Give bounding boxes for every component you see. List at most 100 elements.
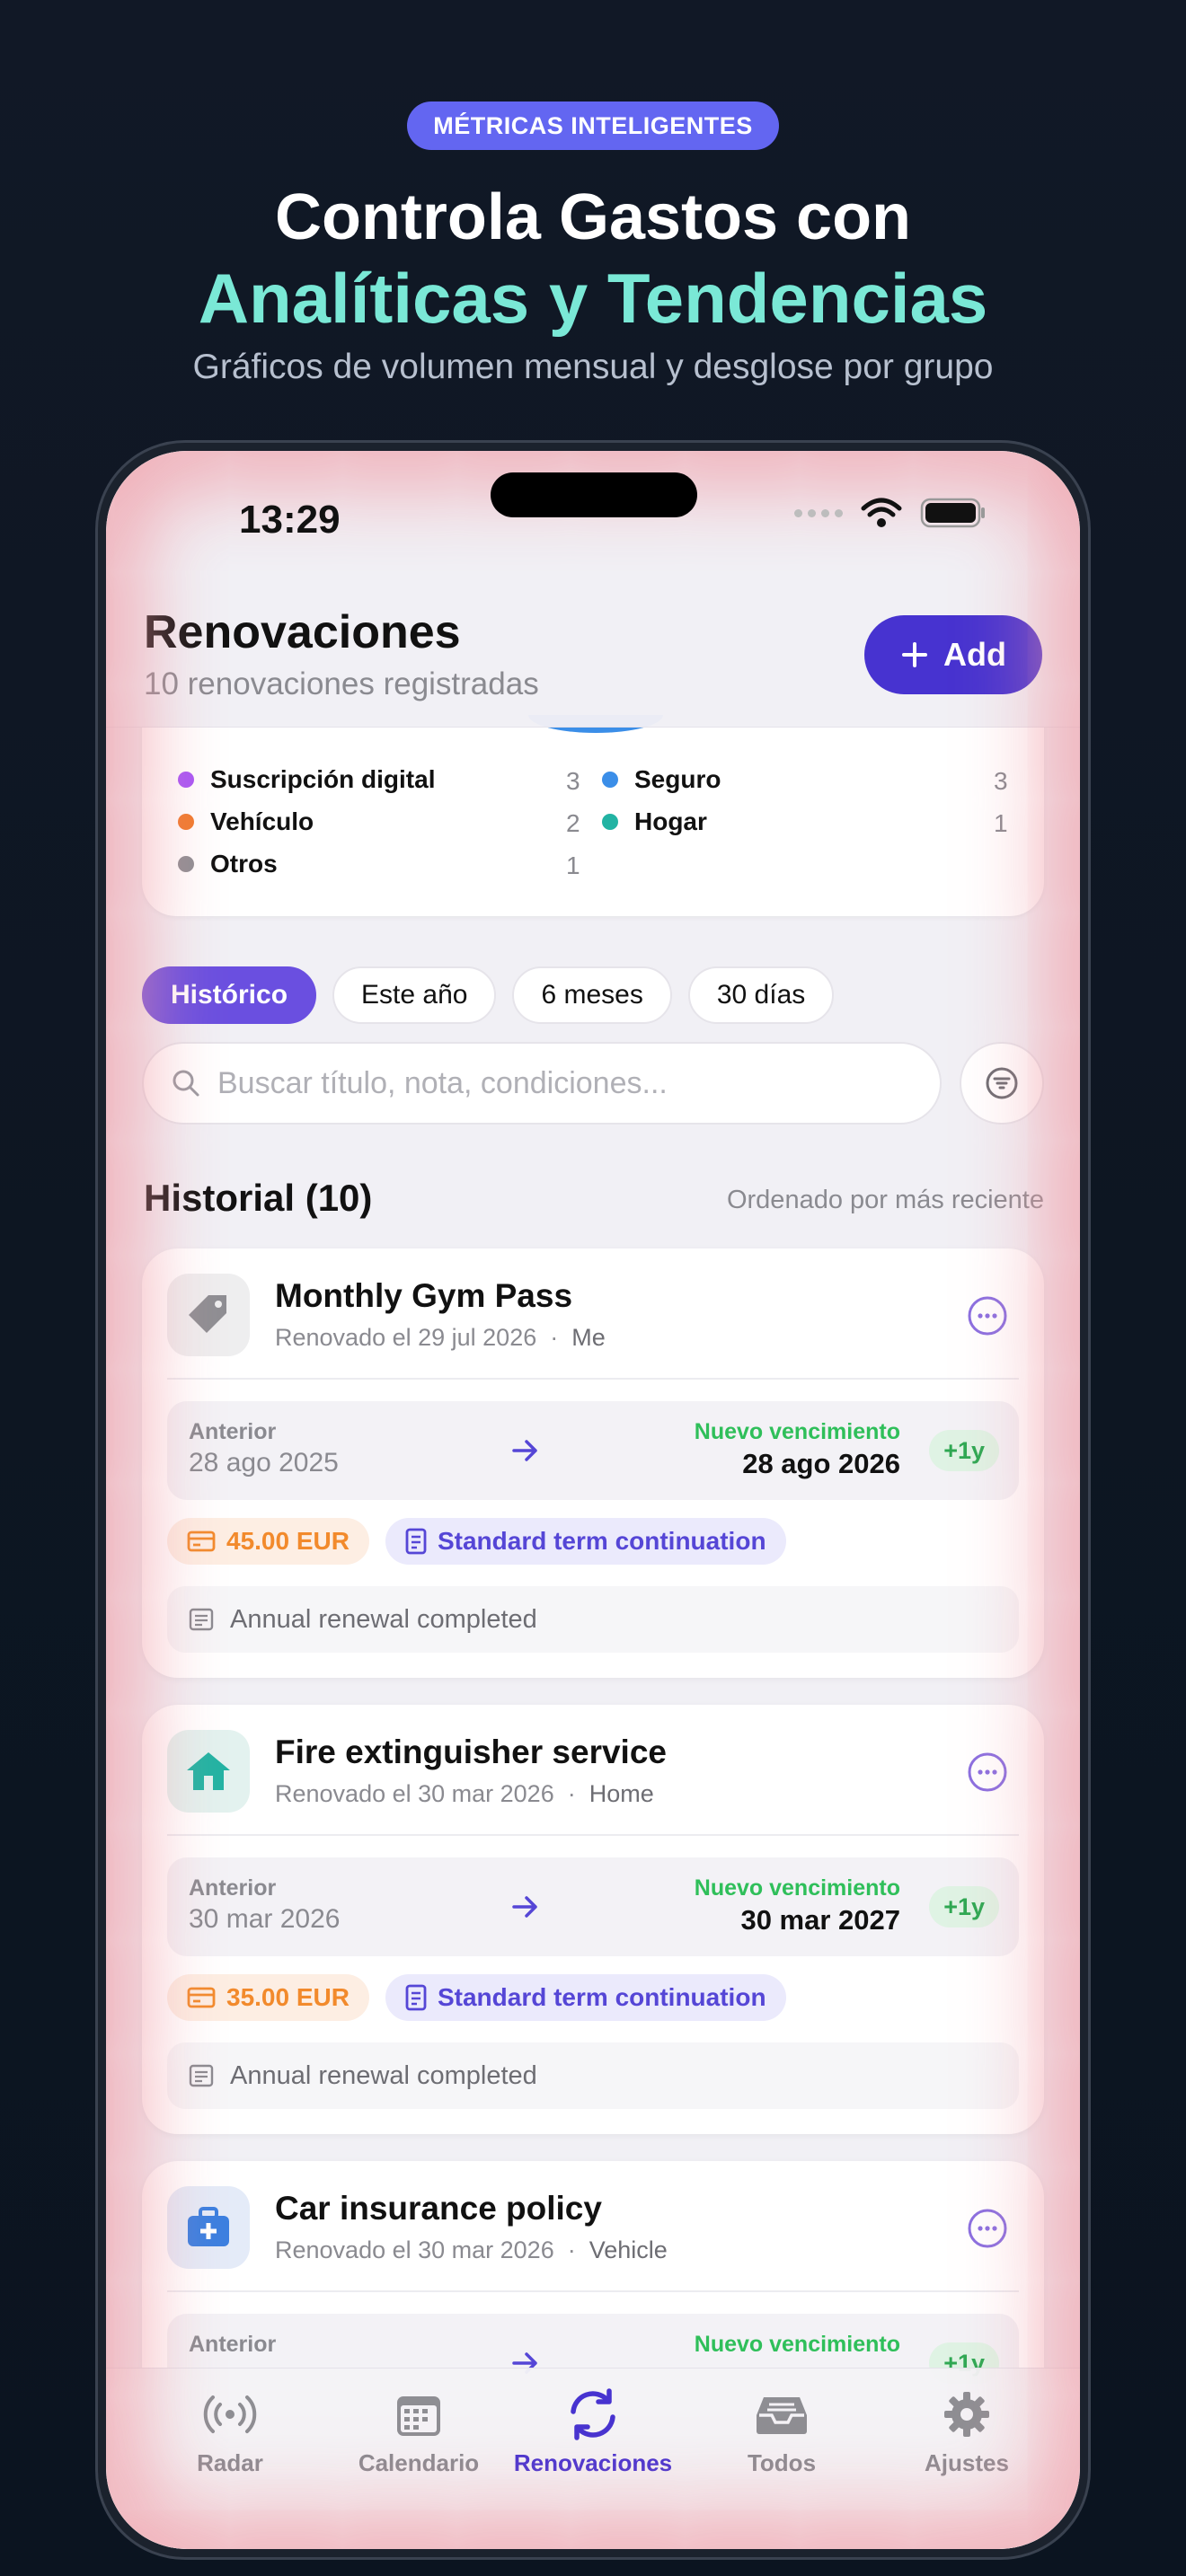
note-icon — [189, 2064, 214, 2087]
divider — [167, 1834, 1019, 1836]
tab-calendario[interactable]: Calendario — [329, 2385, 509, 2477]
arrow-right-icon — [512, 1896, 537, 1918]
date-comparison: Anterior 28 ago 2025 Nuevo vencimiento 2… — [167, 1401, 1019, 1500]
more-options-icon[interactable] — [967, 2208, 1008, 2254]
divider — [167, 1378, 1019, 1380]
search-input[interactable]: Buscar título, nota, condiciones... — [142, 1042, 942, 1125]
delta-badge: +1y — [929, 1886, 999, 1928]
card-note: Annual renewal completed — [167, 2042, 1019, 2109]
add-button-label: Add — [943, 636, 1006, 673]
card-title: Car insurance policy — [275, 2190, 602, 2227]
new-expiry-date: 30 mar 2027 — [740, 1904, 900, 1936]
new-expiry-label: Nuevo vencimiento — [694, 1419, 900, 1444]
note-text: Annual renewal completed — [230, 1604, 537, 1634]
search-placeholder: Buscar título, nota, condiciones... — [217, 1065, 668, 1100]
phone-screen: Suscripción digital 3 Seguro 3 Vehículo … — [106, 451, 1080, 2549]
tab-label: Calendario — [358, 2449, 480, 2476]
card-tags: 35.00 EUR Standard term continuation — [167, 1974, 786, 2021]
price-label: 35.00 EUR — [226, 1983, 350, 2011]
legend-count: 3 — [566, 767, 580, 795]
card-title: Fire extinguisher service — [275, 1734, 667, 1770]
legend-count: 1 — [994, 809, 1008, 837]
promo-title: Controla Gastos con — [274, 181, 912, 253]
divider — [167, 2290, 1019, 2292]
more-options-icon[interactable] — [967, 1751, 1008, 1797]
legend-item-insurance: Seguro — [602, 765, 721, 794]
tab-renovaciones[interactable]: Renovaciones — [503, 2385, 683, 2477]
legend-dot — [178, 772, 194, 788]
new-expiry-date: 28 ago 2026 — [742, 1448, 900, 1479]
legend-count: 2 — [566, 809, 580, 837]
radar-icon — [203, 2395, 257, 2433]
arrow-right-icon — [512, 1440, 537, 1461]
renewal-card[interactable]: Monthly Gym Pass Renovado el 29 jul 2026… — [142, 1248, 1044, 1678]
tag-icon — [189, 1295, 226, 1333]
new-expiry-label: Nuevo vencimiento — [694, 1875, 900, 1901]
previous-label: Anterior — [189, 1419, 277, 1444]
term-label: Standard term continuation — [437, 1983, 766, 2011]
term-tag: Standard term continuation — [385, 1518, 786, 1565]
term-tag: Standard term continuation — [385, 1974, 786, 2021]
chip-30-dias[interactable]: 30 días — [687, 966, 835, 1024]
card-group: Vehicle — [589, 2236, 668, 2263]
battery-icon — [920, 498, 985, 528]
legend-item-other: Otros — [178, 850, 278, 878]
legend-label: Seguro — [634, 765, 721, 793]
tray-icon — [757, 2397, 807, 2434]
add-button[interactable]: Add — [864, 615, 1042, 694]
card-tags: 45.00 EUR Standard term continuation — [167, 1518, 786, 1565]
legend-label: Otros — [210, 850, 278, 878]
page-subtitle: 10 renovaciones registradas — [144, 666, 539, 701]
gear-icon — [944, 2392, 989, 2437]
previous-label: Anterior — [189, 1875, 277, 1901]
price-tag: 45.00 EUR — [167, 1518, 369, 1565]
category-icon-box — [167, 2186, 250, 2269]
promo-title-highlight: Analíticas y Tendencias — [198, 259, 988, 338]
legend-item-home: Hogar — [602, 807, 707, 836]
tab-ajustes[interactable]: Ajustes — [877, 2385, 1057, 2477]
tab-label: Renovaciones — [513, 2449, 673, 2476]
history-title: Historial (10) — [144, 1177, 373, 1219]
chip-historico[interactable]: Histórico — [142, 966, 317, 1024]
tab-radar[interactable]: Radar — [140, 2385, 320, 2477]
filter-button[interactable] — [960, 1042, 1044, 1125]
renewed-date: Renovado el 30 mar 2026 — [275, 1780, 554, 1807]
promo-badge: MÉTRICAS INTELIGENTES — [407, 101, 779, 150]
wifi-icon — [861, 498, 902, 527]
previous-date: 28 ago 2025 — [189, 1448, 339, 1478]
signal-dots-icon — [794, 508, 843, 517]
note-text: Annual renewal completed — [230, 2060, 537, 2090]
tab-todos[interactable]: Todos — [692, 2385, 872, 2477]
renewal-card[interactable]: Fire extinguisher service Renovado el 30… — [142, 1705, 1044, 2134]
legend-dot — [178, 856, 194, 872]
plus-icon — [902, 642, 927, 667]
renewed-date: Renovado el 30 mar 2026 — [275, 2236, 554, 2263]
legend-label: Suscripción digital — [210, 765, 436, 793]
legend-count: 3 — [994, 767, 1008, 795]
legend-dot — [602, 772, 618, 788]
tab-label: Radar — [197, 2449, 263, 2476]
promo-subtitle: Gráficos de volumen mensual y desglose p… — [192, 348, 994, 386]
document-icon — [405, 1528, 427, 1555]
tab-label: Todos — [747, 2449, 817, 2476]
chip-6-meses[interactable]: 6 meses — [512, 966, 672, 1024]
document-icon — [405, 1984, 427, 2011]
legend-item-digital: Suscripción digital — [178, 765, 435, 794]
term-label: Standard term continuation — [437, 1527, 766, 1555]
status-time: 13:29 — [239, 498, 341, 542]
card-note: Annual renewal completed — [167, 1586, 1019, 1653]
legend-dot — [178, 814, 194, 830]
period-filter-chips: Histórico Este año 6 meses 30 días — [142, 966, 835, 1024]
previous-label: Anterior — [189, 2332, 277, 2357]
previous-date: 30 mar 2026 — [189, 1904, 341, 1934]
legend-item-vehicle: Vehículo — [178, 807, 314, 836]
search-icon — [173, 1070, 199, 1097]
card-group: Home — [589, 1780, 654, 1807]
chip-este-ano[interactable]: Este año — [332, 966, 497, 1024]
renewed-date: Renovado el 29 jul 2026 — [275, 1324, 537, 1351]
card-icon — [187, 1987, 216, 2008]
filter-icon — [986, 1067, 1018, 1099]
card-group: Me — [571, 1324, 606, 1351]
house-icon — [187, 1752, 230, 1790]
more-options-icon[interactable] — [967, 1295, 1008, 1341]
